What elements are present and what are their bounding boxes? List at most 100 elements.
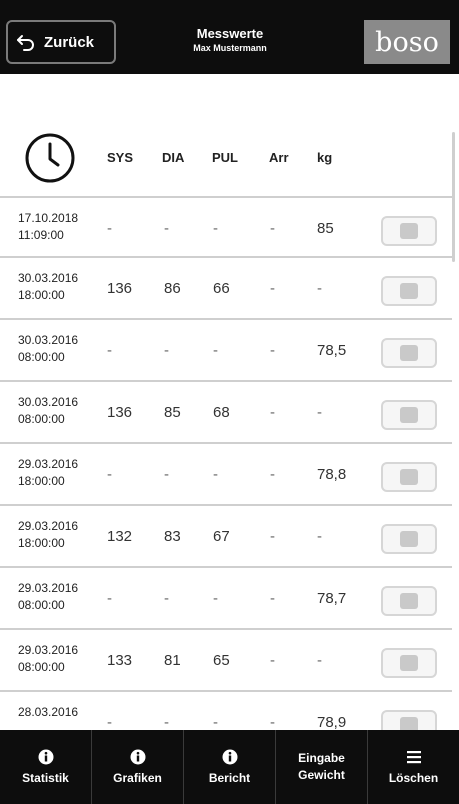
row-date: 30.03.2016	[18, 271, 79, 285]
cell-kg: -	[317, 404, 322, 421]
cell-sys: -	[107, 342, 112, 359]
bericht-label: Bericht	[208, 771, 251, 785]
info-icon	[130, 749, 145, 765]
cell-arr: -	[270, 342, 275, 359]
cell-kg: -	[317, 280, 322, 297]
row-date: 29.03.2016	[18, 519, 79, 533]
cell-pul: -	[213, 342, 218, 359]
table-row[interactable]: 29.03.2016 18:00:00 - - - - 78,8	[0, 444, 452, 506]
cell-arr: -	[270, 280, 275, 297]
boso-logo: boso	[364, 20, 450, 64]
cell-pul: -	[213, 590, 218, 607]
cell-pul: -	[213, 466, 218, 483]
cell-pul: 66	[213, 280, 230, 297]
cell-dia: -	[164, 220, 169, 237]
row-select-checkbox[interactable]	[381, 338, 437, 368]
cell-arr: -	[270, 404, 275, 421]
table-row[interactable]: 30.03.2016 08:00:00 - - - - 78,5	[0, 320, 452, 382]
clock-icon	[25, 133, 75, 183]
table-row[interactable]: 28.03.2016 - - - - 78,9	[0, 692, 452, 730]
gewicht-label: Gewicht	[298, 768, 345, 782]
cell-sys: 136	[107, 404, 133, 421]
cell-arr: -	[270, 220, 275, 237]
table-row[interactable]: 29.03.2016 08:00:00 - - - - 78,7	[0, 568, 452, 630]
column-sys: SYS	[107, 150, 134, 165]
cell-arr: -	[270, 590, 275, 607]
row-datetime: 30.03.2016 08:00:00	[18, 332, 78, 366]
cell-kg: 78,5	[317, 342, 347, 359]
eingabe-gewicht-button[interactable]: Eingabe Gewicht	[276, 730, 368, 804]
row-date: 30.03.2016	[18, 333, 79, 347]
row-time: 18:00:00	[18, 288, 65, 302]
cell-arr: -	[270, 466, 275, 483]
cell-sys: -	[107, 590, 112, 607]
row-datetime: 29.03.2016 08:00:00	[18, 642, 78, 676]
bericht-button[interactable]: Bericht	[184, 730, 276, 804]
row-time: 18:00:00	[18, 536, 65, 550]
row-time: 11:09:00	[18, 228, 64, 242]
grafiken-button[interactable]: Grafiken	[92, 730, 184, 804]
cell-dia: 85	[164, 404, 181, 421]
cell-sys: -	[107, 466, 112, 483]
row-date: 29.03.2016	[18, 457, 79, 471]
cell-pul: 65	[213, 652, 230, 669]
row-select-checkbox[interactable]	[381, 648, 437, 678]
row-datetime: 29.03.2016 08:00:00	[18, 580, 78, 614]
row-datetime: 17.10.2018 11:09:00	[18, 210, 78, 244]
cell-sys: 136	[107, 280, 133, 297]
page-title-block: Messwerte Max Mustermann	[150, 26, 310, 53]
row-select-checkbox[interactable]	[381, 216, 437, 246]
row-date: 17.10.2018	[18, 211, 79, 225]
row-time: 08:00:00	[18, 350, 65, 364]
grafiken-label: Grafiken	[113, 771, 162, 785]
cell-kg: 78,8	[317, 466, 347, 483]
back-button[interactable]: Zurück	[6, 20, 116, 64]
loeschen-button[interactable]: Löschen	[368, 730, 459, 804]
row-datetime: 30.03.2016 08:00:00	[18, 394, 78, 428]
table-row[interactable]: 29.03.2016 18:00:00 132 83 67 - -	[0, 506, 452, 568]
loeschen-label: Löschen	[388, 771, 439, 785]
page-subtitle: Max Mustermann	[193, 43, 267, 53]
cell-kg: 85	[317, 220, 334, 237]
row-select-checkbox[interactable]	[381, 710, 437, 730]
table-row[interactable]: 17.10.2018 11:09:00 - - - - 85	[0, 196, 452, 258]
footer-toolbar: Statistik Grafiken Bericht Eingabe Gewic…	[0, 730, 459, 804]
row-date: 28.03.2016	[18, 705, 79, 719]
row-date: 30.03.2016	[18, 395, 79, 409]
column-kg: kg	[317, 150, 333, 165]
cell-pul: -	[213, 220, 218, 237]
column-arr: Arr	[269, 150, 289, 165]
cell-dia: -	[164, 342, 169, 359]
row-select-checkbox[interactable]	[381, 276, 437, 306]
row-date: 29.03.2016	[18, 643, 79, 657]
measurement-list[interactable]: 17.10.2018 11:09:00 - - - - 85 30.03.2016 18:00:…	[0, 196, 459, 730]
row-time: 08:00:00	[18, 412, 65, 426]
cell-kg: 78,9	[317, 714, 347, 730]
row-datetime: 29.03.2016 18:00:00	[18, 456, 78, 490]
cell-arr: -	[270, 652, 275, 669]
row-datetime: 28.03.2016	[18, 704, 78, 721]
cell-dia: 83	[164, 528, 181, 545]
statistik-button[interactable]: Statistik	[0, 730, 92, 804]
cell-dia: -	[164, 466, 169, 483]
row-select-checkbox[interactable]	[381, 586, 437, 616]
row-datetime: 30.03.2016 18:00:00	[18, 270, 78, 304]
page-title: Messwerte	[196, 26, 264, 41]
row-select-checkbox[interactable]	[381, 462, 437, 492]
back-arrow-icon	[17, 35, 34, 51]
table-row[interactable]: 30.03.2016 08:00:00 136 85 68 - -	[0, 382, 452, 444]
table-row[interactable]: 29.03.2016 08:00:00 133 81 65 - -	[0, 630, 452, 692]
cell-pul: -	[213, 714, 218, 730]
column-dia: DIA	[162, 150, 185, 165]
cell-dia: -	[164, 590, 169, 607]
row-select-checkbox[interactable]	[381, 524, 437, 554]
cell-sys: -	[107, 220, 112, 237]
cell-dia: 86	[164, 280, 181, 297]
row-select-checkbox[interactable]	[381, 400, 437, 430]
cell-kg: -	[317, 528, 322, 545]
row-datetime: 29.03.2016 18:00:00	[18, 518, 78, 552]
cell-dia: -	[164, 714, 169, 730]
table-row[interactable]: 30.03.2016 18:00:00 136 86 66 - -	[0, 258, 452, 320]
statistik-label: Statistik	[22, 771, 69, 785]
cell-arr: -	[270, 714, 275, 730]
